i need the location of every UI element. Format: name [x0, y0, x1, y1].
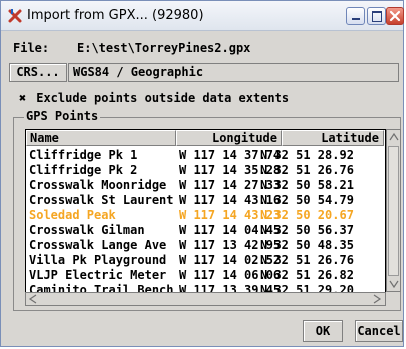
close-button[interactable] — [386, 7, 404, 25]
gps-points-title: GPS Points — [24, 109, 101, 123]
point-name: Crosswalk Gilman — [29, 223, 145, 237]
file-path: E:\test\TorreyPines2.gpx — [77, 41, 251, 55]
exclude-points-checkbox[interactable]: ✖ Exclude points outside data extents — [19, 91, 289, 105]
point-latitude: N 32 50 54.79 — [260, 193, 354, 207]
point-name: Soledad Peak — [29, 208, 116, 222]
point-name: VLJP Electric Meter — [29, 268, 167, 282]
scroll-down-icon[interactable] — [389, 279, 399, 289]
point-latitude: N 32 50 20.67 — [260, 208, 354, 222]
vertical-scrollbar[interactable] — [386, 129, 401, 292]
point-latitude: N 32 51 28.92 — [260, 148, 354, 162]
ok-button[interactable]: OK — [303, 320, 343, 342]
checkbox-mark-icon[interactable]: ✖ — [19, 91, 29, 105]
file-row: File: E:\test\TorreyPines2.gpx — [13, 41, 250, 55]
gps-points-list[interactable]: Name Longitude Latitude Cliffridge Pk 1 … — [25, 129, 386, 306]
file-label: File: — [13, 41, 50, 55]
maximize-button[interactable] — [367, 7, 386, 25]
point-name: Crosswalk Moonridge — [29, 178, 167, 192]
vertical-scroll-thumb[interactable] — [388, 146, 399, 276]
crs-value-field: WGS84 / Geographic — [68, 63, 399, 82]
scroll-right-icon[interactable] — [372, 294, 382, 304]
point-name: Villa Pk Playground — [29, 253, 167, 267]
point-latitude: N 32 51 26.82 — [260, 268, 354, 282]
point-name: Crosswalk Lange Ave — [29, 238, 167, 252]
cancel-button[interactable]: Cancel — [355, 320, 403, 342]
point-latitude: N 32 50 48.35 — [260, 238, 354, 252]
point-latitude: N 32 51 26.76 — [260, 163, 354, 177]
scroll-up-icon[interactable] — [389, 132, 399, 142]
point-latitude: N 32 50 58.21 — [260, 178, 354, 192]
title-bar[interactable]: Import from GPX... (92980) — [1, 1, 404, 31]
point-name: Cliffridge Pk 2 — [29, 163, 138, 177]
point-latitude: N 32 50 56.37 — [260, 223, 354, 237]
import-gpx-window: Import from GPX... (92980) File: E:\test\… — [0, 0, 404, 347]
point-name: Crosswalk St Laurent — [29, 193, 174, 207]
close-icon — [389, 10, 401, 22]
window-title: Import from GPX... (92980) — [27, 8, 204, 23]
point-latitude: N 32 51 26.76 — [260, 253, 354, 267]
map-pin-icon — [7, 8, 23, 24]
point-name: Cliffridge Pk 1 — [29, 148, 138, 162]
minimize-icon — [352, 18, 360, 20]
horizontal-scrollbar[interactable] — [25, 292, 386, 306]
minimize-button[interactable] — [346, 7, 365, 25]
crs-button[interactable]: CRS... — [9, 63, 67, 82]
maximize-icon — [372, 11, 382, 22]
column-header-name[interactable]: Name — [26, 130, 176, 146]
column-header-latitude[interactable]: Latitude — [282, 130, 384, 146]
exclude-points-label: Exclude points outside data extents — [36, 91, 290, 105]
column-header-longitude[interactable]: Longitude — [176, 130, 282, 146]
scroll-left-icon[interactable] — [28, 294, 38, 304]
